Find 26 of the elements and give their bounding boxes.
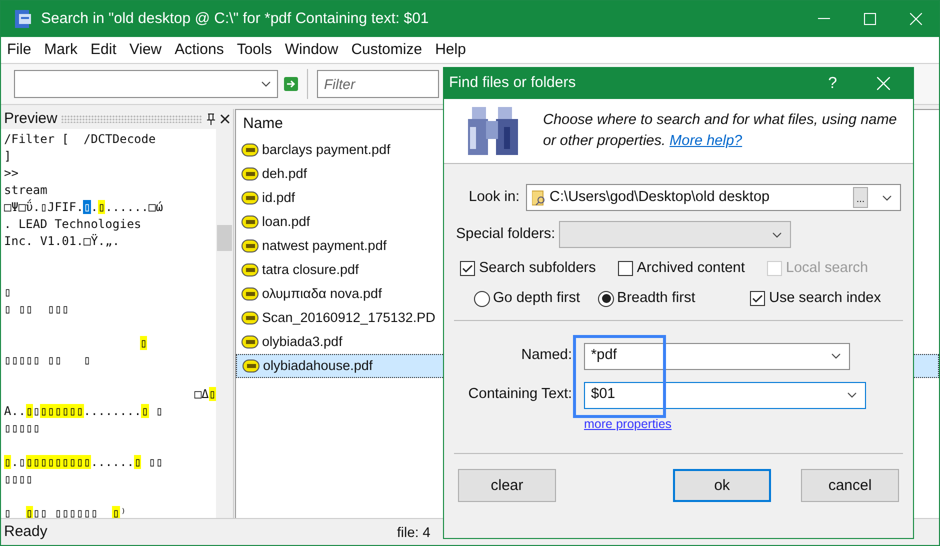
- preview-line: □Ψ□ΰ.▯JFIF.▯.▯......□ώ: [4, 199, 163, 216]
- status-text: file: 4: [397, 522, 430, 542]
- preview-line: . LEAD Technologies: [4, 216, 142, 233]
- preview-line: A..▯▯▯▯▯▯▯▯........▯ ▯: [4, 403, 163, 420]
- preview-line: /Filter [ /DCTDecode: [4, 131, 156, 148]
- field-label: Containing Text:: [467, 385, 572, 404]
- preview-line: ▯.▯▯▯▯▯▯▯▯▯▯......▯ ▯▯: [4, 454, 163, 471]
- preview-line: Inc. V1.01.□Ÿ.„.: [4, 233, 120, 250]
- preview-line: >>: [4, 165, 18, 182]
- field-label: Named:: [520, 346, 572, 366]
- field-label: Look in:: [468, 188, 520, 207]
- preview-line: ▯ ▯▯ ▯▯▯: [4, 301, 70, 318]
- preview-line: ▯▯▯▯: [4, 471, 33, 488]
- preview-line: ▯▯▯▯▯: [4, 420, 40, 437]
- panel-title: Preview: [4, 108, 58, 129]
- preview-line: stream: [4, 182, 48, 199]
- field-label: Special folders:: [456, 224, 556, 244]
- dialog-title: Find files or folders: [449, 73, 576, 94]
- preview-line: ▯: [4, 284, 12, 301]
- preview-line: ▯▯▯▯▯ ▯▯ ▯: [4, 352, 91, 369]
- intro-text: Choose where to search and for what files, using name or other properties. More help?: [543, 111, 898, 151]
- preview-line: □Δ▯: [194, 386, 216, 403]
- status-text: Ready: [4, 522, 48, 542]
- preview-line: ▯ ▯▯▯ ▯▯▯▯▯▯ ▯⁾: [4, 505, 127, 518]
- preview-line: ]: [4, 148, 12, 165]
- window-title: Search in "old desktop @ C:\" for *pdf Containing text: $01: [41, 8, 429, 29]
